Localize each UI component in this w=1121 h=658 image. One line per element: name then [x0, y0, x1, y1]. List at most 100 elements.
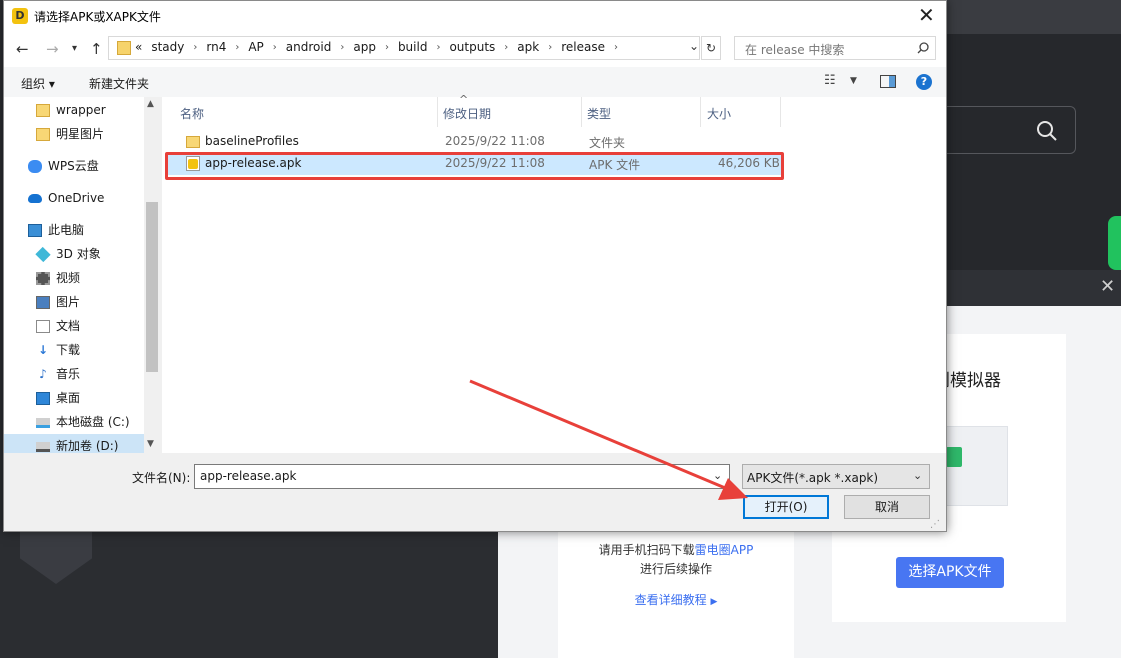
filename-input[interactable]: app-release.apk ⌄ — [194, 464, 730, 489]
highlight-box — [165, 152, 784, 180]
computer-icon — [28, 224, 42, 237]
recent-locations-chevron-icon[interactable]: ▾ — [72, 43, 77, 54]
breadcrumb-item[interactable]: app — [353, 40, 376, 54]
navigation-bar: ← → ▾ ↑ « stady › rn4 › AP › android › app › … — [4, 31, 946, 67]
help-icon[interactable]: ? — [916, 74, 932, 90]
search-icon — [917, 42, 929, 54]
background-search-box[interactable] — [946, 106, 1076, 154]
forward-arrow-icon[interactable]: → — [46, 40, 59, 58]
breadcrumb-item[interactable]: AP — [248, 40, 263, 54]
open-button[interactable]: 打开(O) — [743, 495, 829, 519]
chevron-right-icon[interactable]: › — [504, 42, 508, 54]
scrollbar-thumb[interactable] — [146, 202, 158, 372]
desktop-icon — [36, 392, 50, 405]
file-type: 文件夹 — [589, 136, 626, 150]
side-tab[interactable] — [1108, 216, 1121, 270]
sidebar-item-video[interactable]: 视频 — [4, 266, 158, 290]
breadcrumb-item[interactable]: build — [398, 40, 428, 54]
new-folder-button[interactable]: 新建文件夹 — [89, 75, 149, 92]
chevron-right-icon[interactable]: › — [273, 42, 277, 54]
close-icon[interactable]: ✕ — [1100, 276, 1115, 297]
sidebar-item-label: 明星图片 — [56, 127, 105, 141]
video-icon — [36, 272, 50, 285]
breadcrumb-item[interactable]: outputs — [449, 40, 495, 54]
sidebar-item-downloads[interactable]: ↓ 下载 — [4, 338, 158, 362]
file-open-dialog: D 请选择APK或XAPK文件 ✕ ← → ▾ ↑ « stady › rn4 › … — [3, 0, 947, 532]
resize-grip-icon[interactable]: ⋰ — [930, 519, 940, 530]
chevron-right-icon[interactable]: › — [614, 42, 618, 54]
address-bar[interactable]: « stady › rn4 › AP › android › app › build › o… — [108, 36, 700, 60]
sidebar-item-documents[interactable]: 文档 — [4, 314, 158, 338]
sidebar-item-stars[interactable]: 明星图片 — [4, 122, 158, 146]
sidebar-item-label: wrapper — [56, 103, 106, 117]
chevron-down-icon[interactable]: ▼ — [850, 76, 857, 86]
refresh-icon[interactable]: ↻ — [701, 36, 721, 60]
folder-icon — [36, 128, 50, 141]
onedrive-icon — [28, 194, 42, 203]
column-header-size[interactable]: 大小 — [707, 105, 731, 122]
organize-menu[interactable]: 组织 ▾ — [21, 75, 55, 92]
view-options-icon[interactable]: ☷ — [824, 73, 836, 88]
tutorial-link[interactable]: 查看详细教程 ▶ — [558, 591, 794, 608]
modal-header — [946, 270, 1121, 306]
documents-icon — [36, 320, 50, 333]
sidebar-item-drive-c[interactable]: 本地磁盘 (C:) — [4, 410, 158, 434]
breadcrumb-item[interactable]: release — [561, 40, 605, 54]
sidebar-item-desktop[interactable]: 桌面 — [4, 386, 158, 410]
chevron-right-icon[interactable]: › — [193, 42, 197, 54]
search-input[interactable]: 在 release 中搜索 — [734, 36, 936, 60]
search-icon[interactable] — [1036, 120, 1058, 142]
breadcrumb: « stady › rn4 › AP › android › app › build › o… — [135, 40, 627, 54]
dialog-footer: 文件名(N): app-release.apk ⌄ APK文件(*.apk *.… — [4, 453, 946, 531]
up-arrow-icon[interactable]: ↑ — [90, 40, 103, 58]
select-apk-button[interactable]: 选择APK文件 — [896, 557, 1004, 588]
column-header-type[interactable]: 类型 — [587, 105, 611, 122]
breadcrumb-item[interactable]: rn4 — [206, 40, 226, 54]
cloud-icon — [28, 160, 42, 173]
breadcrumb-item[interactable]: apk — [517, 40, 539, 54]
app-link[interactable]: 雷电圈APP — [695, 543, 754, 557]
filename-value: app-release.apk — [200, 469, 297, 483]
app-logo-icon: D — [12, 8, 28, 24]
dialog-titlebar: D 请选择APK或XAPK文件 ✕ — [4, 1, 946, 31]
preview-pane-icon[interactable] — [880, 75, 896, 88]
breadcrumb-overflow[interactable]: « — [135, 40, 142, 54]
breadcrumb-item[interactable]: android — [286, 40, 332, 54]
table-row[interactable]: baselineProfiles 2025/9/22 11:08 文件夹 — [168, 131, 782, 153]
sidebar-item-label: 本地磁盘 (C:) — [56, 415, 130, 429]
chevron-right-icon[interactable]: › — [235, 42, 239, 54]
chevron-right-icon[interactable]: › — [385, 42, 389, 54]
close-icon[interactable]: ✕ — [918, 3, 935, 27]
sidebar-item-onedrive[interactable]: OneDrive — [4, 186, 158, 210]
chevron-down-icon[interactable]: ⌄ — [913, 469, 922, 482]
filename-label: 文件名(N): — [132, 471, 191, 485]
sidebar-item-3d[interactable]: 3D 对象 — [4, 242, 158, 266]
back-arrow-icon[interactable]: ← — [16, 40, 29, 58]
folder-icon — [36, 104, 50, 117]
cancel-button[interactable]: 取消 — [844, 495, 930, 519]
column-header-date[interactable]: 修改日期 — [443, 105, 491, 122]
scroll-down-icon[interactable]: ▼ — [147, 439, 154, 449]
chevron-right-icon[interactable]: › — [436, 42, 440, 54]
music-icon: ♪ — [39, 367, 47, 381]
column-header-name[interactable]: 名称 — [180, 105, 204, 122]
sidebar-item-wps[interactable]: WPS云盘 — [4, 154, 158, 178]
sidebar-item-label: 此电脑 — [48, 223, 85, 237]
chevron-down-icon[interactable]: ⌄ — [713, 469, 722, 482]
command-bar: 组织 ▾ 新建文件夹 ☷ ▼ ? — [4, 67, 946, 97]
sidebar-item-pictures[interactable]: 图片 — [4, 290, 158, 314]
chevron-down-icon[interactable]: ⌄ — [689, 39, 699, 53]
scroll-up-icon[interactable]: ▲ — [147, 99, 154, 109]
sidebar-item-this-pc[interactable]: 此电脑 — [4, 218, 158, 242]
sidebar-item-label: 3D 对象 — [56, 247, 101, 261]
3d-objects-icon — [35, 246, 51, 263]
chevron-right-icon[interactable]: › — [548, 42, 552, 54]
breadcrumb-item[interactable]: stady — [151, 40, 184, 54]
filetype-select[interactable]: APK文件(*.apk *.xapk) ⌄ — [742, 464, 930, 489]
sidebar-item-wrapper[interactable]: wrapper — [4, 98, 158, 122]
sidebar-item-drive-d[interactable]: 新加卷 (D:) — [4, 434, 158, 453]
chevron-right-icon[interactable]: › — [340, 42, 344, 54]
caret-right-icon: ▶ — [710, 597, 718, 607]
sidebar-item-music[interactable]: ♪ 音乐 — [4, 362, 158, 386]
sidebar-item-label: 视频 — [56, 271, 81, 285]
